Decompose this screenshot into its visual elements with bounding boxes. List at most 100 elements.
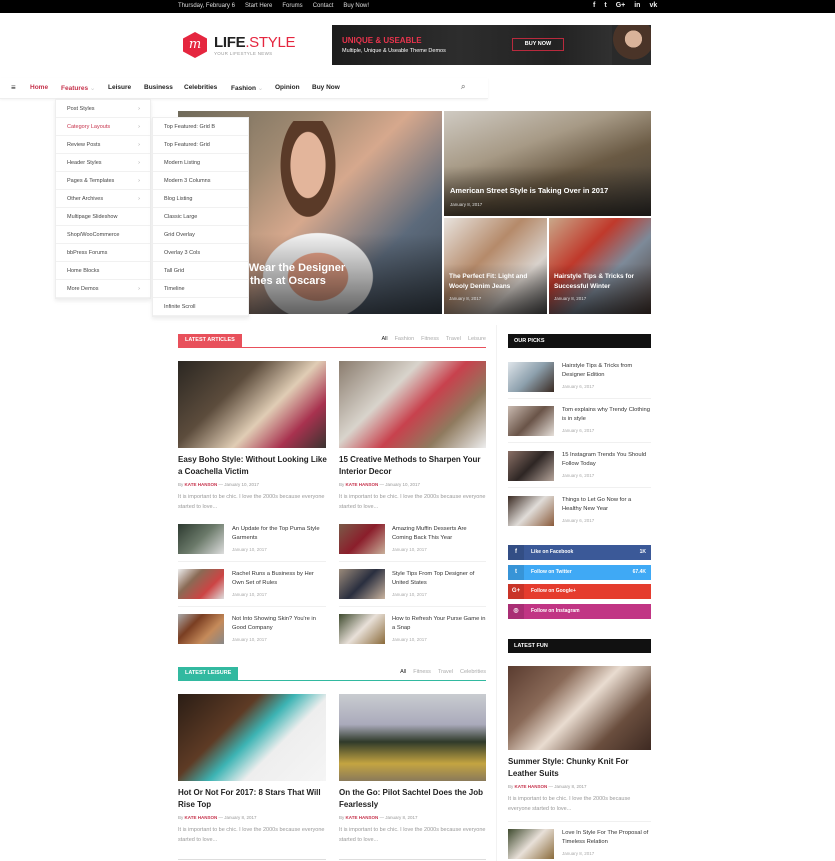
post-thumbnail[interactable] bbox=[508, 406, 554, 436]
menu-item-more-demos[interactable]: More Demos › bbox=[56, 280, 150, 298]
post-thumbnail[interactable] bbox=[339, 524, 385, 554]
menu-item-other-archives[interactable]: Other Archives › bbox=[56, 190, 150, 208]
submenu-item[interactable]: Timeline bbox=[153, 280, 248, 298]
post-title[interactable]: Hairstyle Tips & Tricks from Designer Ed… bbox=[562, 362, 652, 380]
submenu-item[interactable]: Infinite Scroll bbox=[153, 298, 248, 316]
post-title[interactable]: Amazing Muffin Desserts Are Coming Back … bbox=[392, 525, 487, 543]
post-title[interactable]: Love In Style For The Proposal of Timele… bbox=[562, 829, 652, 847]
nav-item-opinion[interactable]: Opinion bbox=[275, 84, 300, 91]
post-thumbnail[interactable] bbox=[339, 569, 385, 599]
hero-post-title[interactable]: Hairstyle Tips & Tricks for Successful W… bbox=[554, 272, 649, 292]
post-author[interactable]: KATE HANSON bbox=[515, 784, 548, 789]
post-author[interactable]: KATE HANSON bbox=[185, 815, 218, 820]
post-thumbnail[interactable] bbox=[508, 666, 651, 750]
twitter-icon[interactable]: t bbox=[604, 2, 606, 9]
filter-fitness[interactable]: Fitness bbox=[421, 336, 439, 342]
filter-celebrities[interactable]: Celebrities bbox=[460, 669, 486, 675]
hero-post-title[interactable]: The Perfect Fit: Light and Wooly Denim J… bbox=[449, 272, 544, 292]
submenu-item[interactable]: Blog Listing bbox=[153, 190, 248, 208]
post-title[interactable]: Easy Boho Style: Without Looking Like a … bbox=[178, 454, 328, 477]
post-thumbnail[interactable] bbox=[339, 614, 385, 644]
post-thumbnail[interactable] bbox=[339, 694, 486, 781]
menu-item-multipage-slideshow[interactable]: Multipage Slideshow bbox=[56, 208, 150, 226]
post-title[interactable]: Summer Style: Chunky Knit For Leather Su… bbox=[508, 756, 651, 779]
nav-item-buy-now[interactable]: Buy Now bbox=[312, 84, 340, 91]
submenu-item[interactable]: Top Featured: Grid bbox=[153, 136, 248, 154]
search-icon[interactable]: ⌕ bbox=[461, 82, 465, 92]
nav-item-leisure[interactable]: Leisure bbox=[108, 84, 131, 91]
google-plus-icon[interactable]: G+ bbox=[616, 2, 626, 9]
filter-travel[interactable]: Travel bbox=[438, 669, 453, 675]
ad-buy-now-button[interactable]: BUY NOW bbox=[512, 38, 564, 51]
post-title[interactable]: How to Refresh Your Purse Game in a Snap bbox=[392, 615, 487, 633]
filter-travel[interactable]: Travel bbox=[446, 336, 461, 342]
top-link-start-here[interactable]: Start Here bbox=[245, 3, 272, 9]
post-title[interactable]: Things to Let Go Now for a Healthy New Y… bbox=[562, 496, 652, 514]
filter-all[interactable]: All bbox=[381, 336, 387, 342]
instagram-counter[interactable]: ◎ Follow on Instagram bbox=[508, 604, 651, 619]
top-link-buy-now[interactable]: Buy Now! bbox=[343, 3, 369, 9]
filter-fashion[interactable]: Fashion bbox=[395, 336, 415, 342]
post-title[interactable]: Not Into Showing Skin? You're in Good Co… bbox=[232, 615, 327, 633]
post-title[interactable]: 15 Creative Methods to Sharpen Your Inte… bbox=[339, 454, 489, 477]
submenu-item[interactable]: Classic Large bbox=[153, 208, 248, 226]
linkedin-icon[interactable]: in bbox=[634, 2, 640, 9]
menu-item-category-layouts[interactable]: Category Layouts › bbox=[56, 118, 150, 136]
post-title[interactable]: Style Tips From Top Designer of United S… bbox=[392, 570, 487, 588]
menu-item-post-styles[interactable]: Post Styles › bbox=[56, 100, 150, 118]
nav-item-features[interactable]: Features ⌄ bbox=[61, 84, 95, 92]
hero-post-bottom-left[interactable]: The Perfect Fit: Light and Wooly Denim J… bbox=[444, 218, 547, 314]
top-link-forums[interactable]: Forums bbox=[282, 3, 302, 9]
google-plus-counter[interactable]: G+ Follow on Google+ bbox=[508, 584, 651, 599]
filter-leisure[interactable]: Leisure bbox=[468, 336, 486, 342]
menu-item-pages-templates[interactable]: Pages & Templates › bbox=[56, 172, 150, 190]
post-thumbnail[interactable] bbox=[508, 362, 554, 392]
filter-fitness[interactable]: Fitness bbox=[413, 669, 431, 675]
twitter-counter[interactable]: t Follow on Twitter 67.4K bbox=[508, 565, 651, 580]
post-title[interactable]: 15 Instagram Trends You Should Follow To… bbox=[562, 451, 652, 469]
hero-post-top-right[interactable]: American Street Style is Taking Over in … bbox=[444, 111, 651, 216]
menu-item-home-blocks[interactable]: Home Blocks bbox=[56, 262, 150, 280]
submenu-item[interactable]: Top Featured: Grid B bbox=[153, 118, 248, 136]
menu-item-bbpress-forums[interactable]: bbPress Forums bbox=[56, 244, 150, 262]
vk-icon[interactable]: vk bbox=[649, 2, 657, 9]
site-logo[interactable]: m LIFE.STYLE YOUR LIFESTYLE NEWS bbox=[183, 32, 296, 62]
post-thumbnail[interactable] bbox=[508, 451, 554, 481]
post-thumbnail[interactable] bbox=[178, 614, 224, 644]
facebook-icon[interactable]: f bbox=[593, 2, 595, 9]
facebook-counter[interactable]: f Like on Facebook 1K bbox=[508, 545, 651, 560]
submenu-item[interactable]: Overlay 3 Cols bbox=[153, 244, 248, 262]
filter-all[interactable]: All bbox=[400, 669, 406, 675]
ad-banner[interactable]: UNIQUE & USEABLE Multiple, Unique & Usea… bbox=[332, 25, 651, 65]
post-title[interactable]: Rachel Runs a Business by Her Own Set of… bbox=[232, 570, 327, 588]
post-thumbnail[interactable] bbox=[178, 694, 326, 781]
submenu-item[interactable]: Tall Grid bbox=[153, 262, 248, 280]
top-link-contact[interactable]: Contact bbox=[313, 3, 334, 9]
post-author[interactable]: KATE HANSON bbox=[185, 482, 218, 487]
nav-item-home[interactable]: Home bbox=[30, 84, 48, 91]
post-author[interactable]: KATE HANSON bbox=[346, 482, 379, 487]
hero-post-title[interactable]: American Street Style is Taking Over in … bbox=[450, 186, 608, 195]
post-title[interactable]: On the Go: Pilot Sachtel Does the Job Fe… bbox=[339, 787, 489, 810]
hamburger-menu-icon[interactable]: ≡ bbox=[11, 83, 16, 92]
submenu-item[interactable]: Grid Overlay bbox=[153, 226, 248, 244]
post-title[interactable]: Tom explains why Trendy Clothing is in s… bbox=[562, 406, 652, 424]
post-title[interactable]: Hot Or Not For 2017: 8 Stars That Will R… bbox=[178, 787, 328, 810]
post-thumbnail[interactable] bbox=[178, 361, 326, 448]
post-thumbnail[interactable] bbox=[339, 361, 486, 448]
nav-item-business[interactable]: Business bbox=[144, 84, 173, 91]
submenu-item[interactable]: Modern 3 Columns bbox=[153, 172, 248, 190]
menu-item-shop-woocommerce[interactable]: Shop/WooCommerce bbox=[56, 226, 150, 244]
post-thumbnail[interactable] bbox=[178, 524, 224, 554]
nav-item-fashion[interactable]: Fashion ⌄ bbox=[231, 84, 263, 92]
menu-item-review-posts[interactable]: Review Posts › bbox=[56, 136, 150, 154]
post-thumbnail[interactable] bbox=[178, 569, 224, 599]
post-thumbnail[interactable] bbox=[508, 829, 554, 859]
submenu-item[interactable]: Modern Listing bbox=[153, 154, 248, 172]
nav-item-celebrities[interactable]: Celebrities bbox=[184, 84, 217, 91]
menu-item-header-styles[interactable]: Header Styles › bbox=[56, 154, 150, 172]
hero-post-bottom-right[interactable]: Hairstyle Tips & Tricks for Successful W… bbox=[549, 218, 651, 314]
post-thumbnail[interactable] bbox=[508, 496, 554, 526]
post-title[interactable]: An Update for the Top Puma Style Garment… bbox=[232, 525, 327, 543]
post-author[interactable]: KATE HANSON bbox=[346, 815, 379, 820]
